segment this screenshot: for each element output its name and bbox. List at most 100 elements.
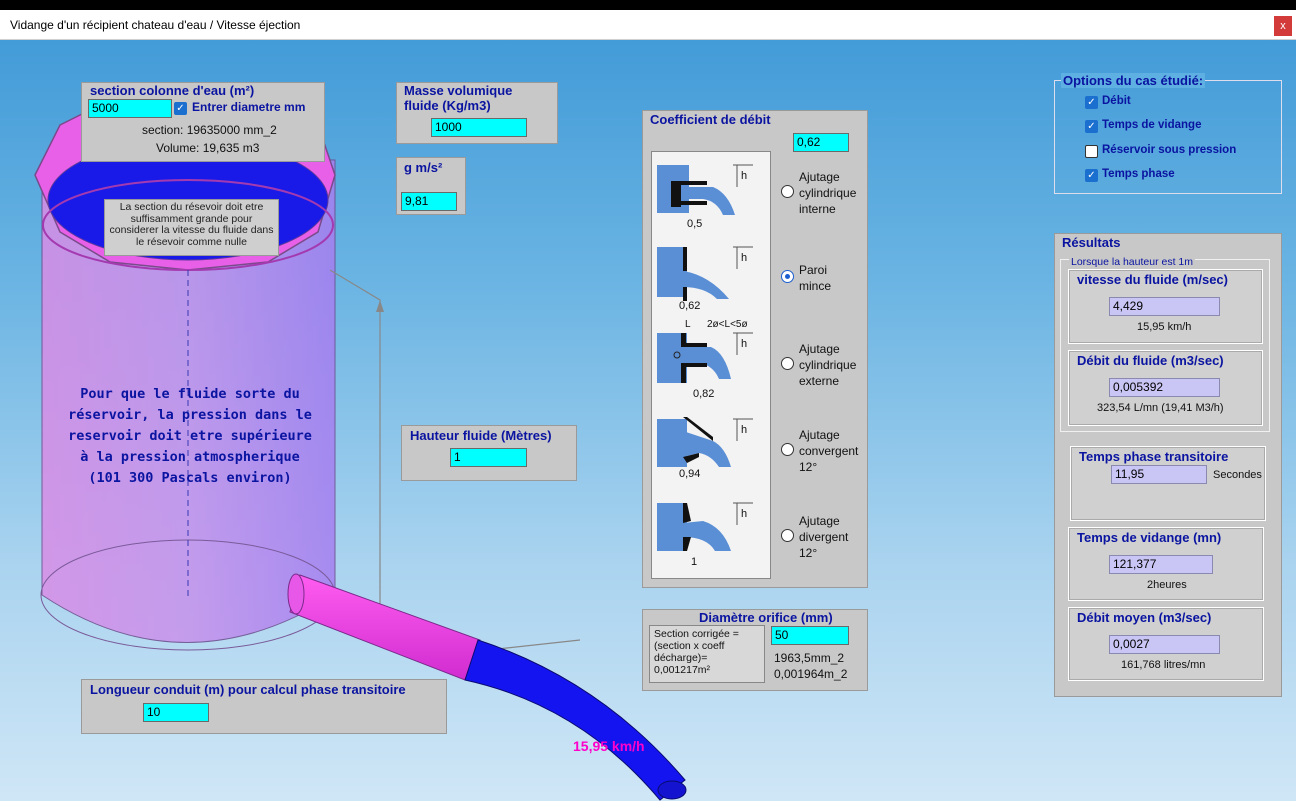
hauteur-input[interactable]: 1 [450,448,527,467]
paroi-mince-diagram: h 0,62 [657,246,753,312]
option-ajutage-externe-l2: cylindrique [799,358,857,372]
hauteur-heading: Hauteur fluide (Mètres) [410,428,552,443]
option-paroi-mince-l2: mince [799,279,832,293]
gravity-panel: g m/s² 9,81 [396,157,466,215]
top-edge [0,0,1296,10]
section-note: La section du résevoir doit etre suffisa… [104,199,279,256]
diametre-m2: 0,001964m_2 [774,667,848,681]
option-ajutage-externe-radio[interactable] [781,357,794,370]
hauteur-connector [329,269,381,610]
section-input[interactable]: 5000 [88,99,172,118]
transitoire-unit: Secondes [1213,469,1262,481]
coef-panel: Coefficient de débit 0,62 h 0,5 h 0,62 L… [642,110,868,588]
option-ajutage-interne[interactable]: Ajutage cylindrique interne [781,169,867,219]
resultats-subtitle: Lorsque la hauteur est 1m [1069,256,1195,268]
option-ajutage-convergent-radio[interactable] [781,443,794,456]
transitoire-heading: Temps phase transitoire [1079,449,1229,464]
option-ajutage-interne-l1: Ajutage [799,170,840,184]
tank-message-line2: réservoir, la pression dans le [68,407,312,423]
moyen-sub: 161,768 litres/mn [1121,659,1206,671]
coef-input[interactable]: 0,62 [793,133,849,152]
option-h-label-5: h [741,508,747,520]
option-debit-label[interactable]: Débit [1102,95,1131,107]
option-pression-label[interactable]: Réservoir sous pression [1102,144,1236,156]
section-corrigee-l1: Section corrigée = [654,628,739,640]
option-phase-label[interactable]: Temps phase [1102,168,1175,180]
option-ajutage-interne-l2: cylindrique [799,186,857,200]
section-text: section: 19635000 mm_2 [142,123,277,137]
transitoire-value: 11,95 [1111,465,1207,484]
diametre-mm2: 1963,5mm_2 [774,651,845,665]
option-coef-1: 0,5 [687,218,702,230]
diametre-heading: Diamètre orifice (mm) [699,610,833,625]
options-heading: Options du cas étudié: [1061,73,1206,88]
option-ajutage-interne-radio[interactable] [781,185,794,198]
longueur-panel: Longueur conduit (m) pour calcul phase t… [81,679,447,734]
tank-message-line5: (101 300 Pascals environ) [88,470,292,486]
vidange-box: Temps de vidange (mn) 121,377 2heures [1068,527,1264,601]
volume-text: Volume: 19,635 m3 [156,141,260,155]
longueur-input[interactable]: 10 [143,703,209,722]
option-ajutage-divergent[interactable]: Ajutage divergent 12° [781,513,867,563]
diametre-input[interactable]: 50 [771,626,849,645]
moyen-box: Débit moyen (m3/sec) 0,0027 161,768 litr… [1068,607,1264,681]
option-ajutage-divergent-l3: 12° [799,546,818,560]
vitesse-value: 4,429 [1109,297,1220,316]
masse-input[interactable]: 1000 [431,118,527,137]
option-coef-4: 0,94 [679,468,700,480]
option-paroi-mince[interactable]: Paroi mince [781,262,867,296]
resultats-panel: Résultats Lorsque la hauteur est 1m vite… [1054,233,1282,697]
section-corrigee-box: Section corrigée = (section x coeff déch… [649,625,765,683]
ajutage-divergent-diagram: h 1 [657,502,753,568]
option-pression-checkbox[interactable] [1085,145,1098,158]
debit-box: Débit du fluide (m3/sec) 0,005392 323,54… [1068,350,1263,426]
option-vidange-checkbox[interactable]: ✓ [1085,120,1098,133]
section-corrigee-l4: 0,001217m² [654,664,711,676]
vitesse-sub: 15,95 km/h [1137,321,1192,333]
moyen-heading: Débit moyen (m3/sec) [1077,610,1212,625]
vidange-heading: Temps de vidange (mn) [1077,530,1222,545]
section-note-text: La section du résevoir doit etre suffisa… [109,201,274,248]
vitesse-box: vitesse du fluide (m/sec) 4,429 15,95 km… [1068,269,1263,344]
option-ajutage-externe-l1: Ajutage [799,342,840,356]
diametre-checkbox[interactable]: ✓ [174,102,187,115]
option-debit-checkbox[interactable]: ✓ [1085,96,1098,109]
option-ajutage-externe[interactable]: Ajutage cylindrique externe [781,341,867,391]
option-ajutage-interne-l3: interne [799,202,836,216]
option-l-label: L [685,319,691,330]
vitesse-heading: vitesse du fluide (m/sec) [1077,272,1228,287]
section-heading: section colonne d'eau (m²) [90,83,255,98]
option-h-label-1: h [741,170,747,182]
arrow-up-head [376,300,384,312]
option-h-label-3: h [741,338,747,350]
fluid-jet-end [657,780,687,800]
transitoire-box: Temps phase transitoire 11,95 Secondes [1070,446,1266,521]
option-ajutage-convergent-l1: Ajutage [799,428,840,442]
debit-heading: Débit du fluide (m3/sec) [1077,353,1224,368]
title-bar: Vidange d'un récipient chateau d'eau / V… [0,10,1296,40]
tank-message-line3: reservoir doit etre supérieure [68,428,312,444]
ajutage-externe-diagram: L 2ø<L<5ø h 0,82 [657,319,753,400]
coef-heading: Coefficient de débit [650,112,771,127]
gravity-input[interactable]: 9,81 [401,192,457,211]
moyen-value: 0,0027 [1109,635,1220,654]
close-button[interactable]: x [1274,16,1292,36]
option-ajutage-convergent[interactable]: Ajutage convergent 12° [781,427,867,477]
option-ajutage-divergent-radio[interactable] [781,529,794,542]
option-coef-2: 0,62 [679,300,700,312]
option-paroi-mince-radio[interactable] [781,270,794,283]
option-ajutage-divergent-l2: divergent [799,530,849,544]
option-coef-5: 1 [691,556,697,568]
ajutage-interne-diagram: h 0,5 [657,164,753,230]
pipe-inlet [287,573,305,615]
option-h-label-4: h [741,424,747,436]
option-phase-checkbox[interactable]: ✓ [1085,169,1098,182]
option-ajutage-divergent-l1: Ajutage [799,514,840,528]
ajutage-convergent-diagram: h 0,94 [657,417,753,480]
option-h-label-2: h [741,252,747,264]
masse-heading-l1: Masse volumique [404,83,513,98]
diametre-checkbox-label[interactable]: Entrer diametre mm [192,100,305,114]
option-vidange-label[interactable]: Temps de vidange [1102,119,1201,131]
diametre-panel: Diamètre orifice (mm) Section corrigée =… [642,609,868,691]
masse-panel: Masse volumique fluide (Kg/m3) 1000 [396,82,558,144]
